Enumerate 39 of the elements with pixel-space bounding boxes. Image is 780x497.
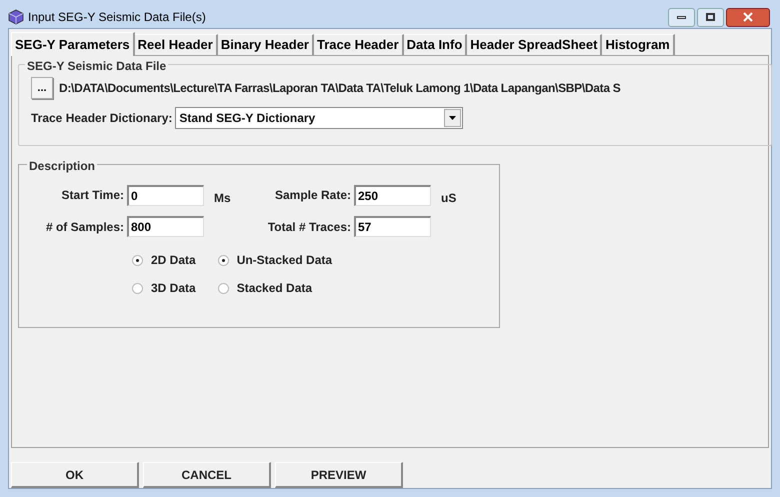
dictionary-dropdown[interactable]: Stand SEG-Y Dictionary: [175, 107, 464, 129]
dialog-button[interactable]: PREVIEW: [275, 462, 403, 488]
input-field[interactable]: 57: [354, 216, 431, 237]
radio-button[interactable]: [132, 282, 143, 294]
radio-label: Un-Stacked Data: [236, 252, 332, 269]
dialog-button[interactable]: CANCEL: [143, 462, 271, 488]
input-field[interactable]: 250: [354, 184, 431, 206]
input-field[interactable]: 800: [127, 216, 204, 237]
tab[interactable]: Trace Header: [314, 34, 404, 55]
unit-label: uS: [440, 190, 458, 207]
radio-label: 3D Data: [151, 280, 196, 297]
radio-button[interactable]: [132, 254, 143, 266]
window-title: Input SEG-Y Seismic Data File(s): [28, 9, 206, 26]
browse-button[interactable]: ...: [31, 77, 53, 99]
close-button[interactable]: [726, 8, 770, 26]
radio-button[interactable]: [218, 282, 229, 294]
cube-icon: [8, 9, 24, 25]
caret-icon: [449, 116, 456, 120]
field-label: Total # Traces:: [266, 218, 352, 236]
dialog-button[interactable]: OK: [11, 462, 139, 488]
radio-button[interactable]: [218, 254, 229, 266]
close-icon: [743, 12, 753, 22]
input-field[interactable]: 0: [127, 184, 204, 206]
radio-label: Stacked Data: [236, 280, 312, 297]
field-label: Sample Rate:: [274, 187, 352, 204]
tab[interactable]: Data Info: [404, 34, 468, 55]
unit-label: Ms: [213, 190, 232, 207]
maximize-button[interactable]: [697, 8, 724, 26]
tab[interactable]: Histogram: [602, 34, 675, 55]
field-label: # of Samples:: [44, 218, 125, 236]
field-label: Trace Header Dictionary:: [31, 110, 172, 127]
tab[interactable]: Reel Header: [134, 34, 218, 55]
tab[interactable]: Binary Header: [218, 34, 314, 55]
radio-label: 2D Data: [151, 252, 196, 269]
file-path: D:\DATA\Documents\Lecture\TA Farras\Laporan TA\Data TA\Teluk Lamong 1\Data Lapangan\SBP\Data S: [59, 80, 620, 97]
tab[interactable]: SEG-Y Parameters: [11, 32, 135, 56]
minimize-button[interactable]: [668, 8, 695, 26]
tab[interactable]: Header SpreadSheet: [467, 34, 602, 55]
field-label: Start Time:: [60, 187, 125, 204]
